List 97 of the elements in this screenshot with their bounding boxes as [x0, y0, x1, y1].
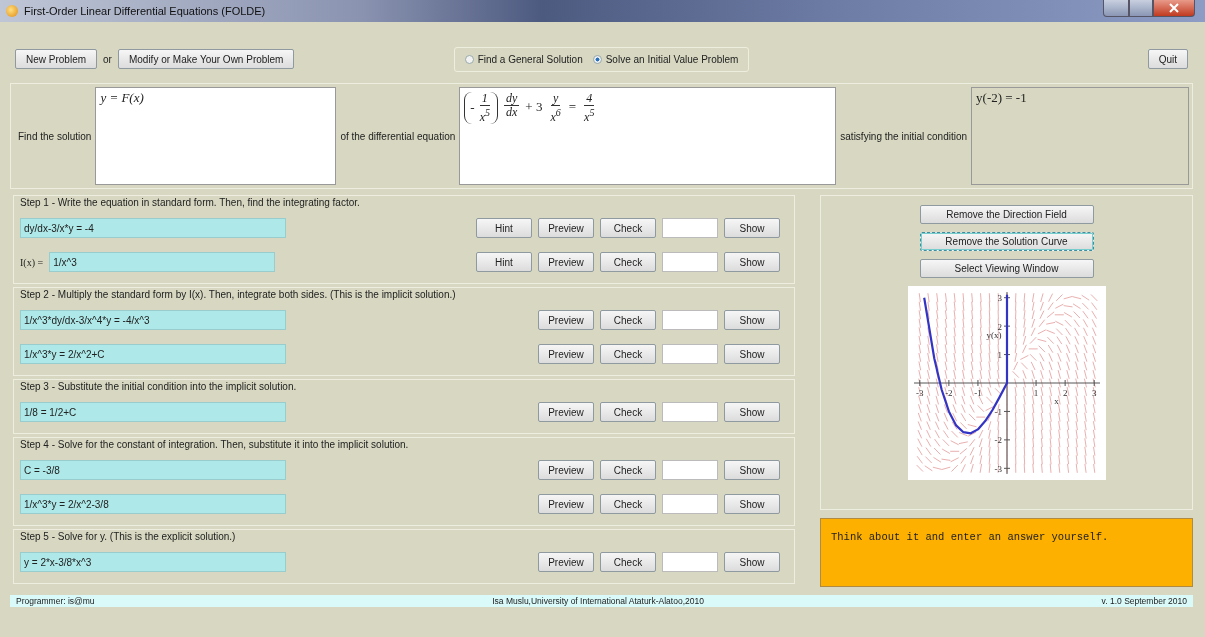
- show-button[interactable]: Show: [724, 402, 780, 422]
- graph-button[interactable]: Remove the Direction Field: [919, 205, 1094, 224]
- step-button[interactable]: Check: [600, 494, 656, 514]
- step-button[interactable]: Hint: [476, 218, 532, 238]
- step-button[interactable]: Preview: [538, 344, 594, 364]
- answer-field[interactable]: dy/dx-3/x*y = -4: [20, 218, 286, 238]
- fraction-numerator: 1: [479, 92, 490, 106]
- status-text: Programmer: is@mu: [16, 596, 95, 606]
- show-button[interactable]: Show: [724, 494, 780, 514]
- tick-label: 1: [1033, 388, 1038, 398]
- fraction-numerator: 4: [584, 92, 595, 106]
- result-field[interactable]: [662, 402, 718, 422]
- result-field[interactable]: [662, 310, 718, 330]
- window-title: First-Order Linear Differential Equations (FOLDE): [24, 5, 267, 17]
- problem-label: of the differential equation: [339, 130, 457, 142]
- tick-label: -3: [994, 463, 1002, 474]
- answer-field[interactable]: 1/x^3: [49, 252, 276, 272]
- answer-field[interactable]: C = -3/8: [20, 460, 286, 480]
- step-button[interactable]: Check: [600, 344, 656, 364]
- answer-field[interactable]: 1/8 = 1/2+C: [20, 402, 286, 422]
- tick-label: -1: [973, 388, 982, 398]
- step-button[interactable]: Preview: [538, 252, 594, 272]
- problem-label: Find the solution: [17, 130, 93, 142]
- show-button[interactable]: Show: [724, 218, 780, 238]
- step-button[interactable]: Check: [600, 460, 656, 480]
- message-box: Think about it and enter an answer yourself.: [820, 518, 1193, 587]
- equation-text: =: [568, 99, 577, 115]
- show-button[interactable]: Show: [724, 252, 780, 272]
- tick-label: 3: [1091, 388, 1096, 398]
- result-field[interactable]: [662, 252, 718, 272]
- equation-text: + 3: [525, 99, 543, 115]
- step-title: Step 2 - Multiply the standard form by I(x). Then, integrate both sides. (This is the implicit solution.): [20, 288, 457, 302]
- fraction-denominator: dx: [504, 106, 519, 119]
- result-field[interactable]: [662, 552, 718, 572]
- condition-box: y(-2) = -1: [971, 87, 1189, 185]
- step-button[interactable]: Check: [600, 218, 656, 238]
- tick-label: -1: [994, 406, 1002, 417]
- axis-label: x: [1053, 396, 1059, 407]
- step-title: Step 3 - Substitute the initial condition into the implicit solution.: [20, 380, 298, 394]
- problem-label: satisfying the initial condition: [839, 130, 969, 142]
- step-button[interactable]: Preview: [538, 310, 594, 330]
- minimize-button[interactable]: [1103, 0, 1129, 17]
- tick-label: 3: [997, 293, 1002, 304]
- answer-field[interactable]: 1/x^3*dy/dx-3/x^4*y = -4/x^3: [20, 310, 286, 330]
- fraction-denominator: x$^{5}$: [583, 106, 596, 124]
- graph-button[interactable]: Select Viewing Window: [919, 259, 1094, 278]
- show-button[interactable]: Show: [724, 310, 780, 330]
- tick-label: 2: [997, 321, 1002, 332]
- step-button[interactable]: Preview: [538, 402, 594, 422]
- tick-label: -2: [944, 388, 953, 398]
- show-button[interactable]: Show: [724, 552, 780, 572]
- result-field[interactable]: [662, 460, 718, 480]
- result-field[interactable]: [662, 344, 718, 364]
- tick-label: -2: [994, 435, 1002, 446]
- answer-field[interactable]: 1/x^3*y = 2/x^2-3/8: [20, 494, 286, 514]
- step-button[interactable]: Check: [600, 252, 656, 272]
- show-button[interactable]: Show: [724, 460, 780, 480]
- show-button[interactable]: Show: [724, 344, 780, 364]
- step-button[interactable]: Preview: [538, 218, 594, 238]
- answer-field[interactable]: 1/x^3*y = 2/x^2+C: [20, 344, 286, 364]
- quit-button[interactable]: Quit: [1147, 49, 1188, 69]
- sign-text: -: [470, 100, 475, 116]
- result-field[interactable]: [662, 494, 718, 514]
- maximize-button[interactable]: [1129, 0, 1153, 17]
- solution-box: y = F(x): [95, 87, 337, 185]
- tick-label: 2: [1062, 388, 1067, 398]
- new-problem-button[interactable]: New Problem: [15, 49, 98, 69]
- result-field[interactable]: [662, 218, 718, 238]
- tick-label: -3: [915, 388, 924, 398]
- step-title: Step 5 - Solve for y. (This is the explicit solution.): [20, 530, 237, 544]
- tick-label: 1: [997, 350, 1002, 361]
- step-button[interactable]: Hint: [476, 252, 532, 272]
- status-text: v. 1.0 September 2010: [1101, 596, 1187, 606]
- fraction-numerator: dy: [503, 92, 520, 106]
- graph-button[interactable]: Remove the Solution Curve: [919, 232, 1094, 251]
- fraction-denominator: x$^{5}$: [478, 106, 491, 124]
- step-button[interactable]: Preview: [538, 460, 594, 480]
- close-button[interactable]: [1153, 0, 1195, 17]
- or-label: or: [103, 53, 112, 65]
- step-button[interactable]: Check: [600, 310, 656, 330]
- app-icon: [6, 5, 18, 17]
- modify-problem-button[interactable]: Modify or Make Your Own Problem: [117, 49, 295, 69]
- step-button[interactable]: Check: [600, 402, 656, 422]
- axis-label: y(x): [985, 329, 1001, 340]
- answer-field[interactable]: y = 2*x-3/8*x^3: [20, 552, 286, 572]
- step-button[interactable]: Check: [600, 552, 656, 572]
- step-title: Step 4 - Solve for the constant of integration. Then, substitute it into the implicit solution.: [20, 438, 410, 452]
- radio-button-icon[interactable]: [464, 54, 474, 64]
- fraction-numerator: y: [550, 92, 561, 106]
- status-text: Isa Muslu,University of International Ataturk-Alatoo,2010: [492, 596, 704, 606]
- fraction-denominator: x$^{6}$: [549, 106, 562, 124]
- step-button[interactable]: Preview: [538, 494, 594, 514]
- step-button[interactable]: Preview: [538, 552, 594, 572]
- radio-button-icon[interactable]: [592, 54, 602, 64]
- step-title: Step 1 - Write the equation in standard form. Then, find the integrating factor.: [20, 196, 361, 210]
- close-icon: [1169, 3, 1179, 13]
- field-label: I(x) =: [20, 256, 44, 268]
